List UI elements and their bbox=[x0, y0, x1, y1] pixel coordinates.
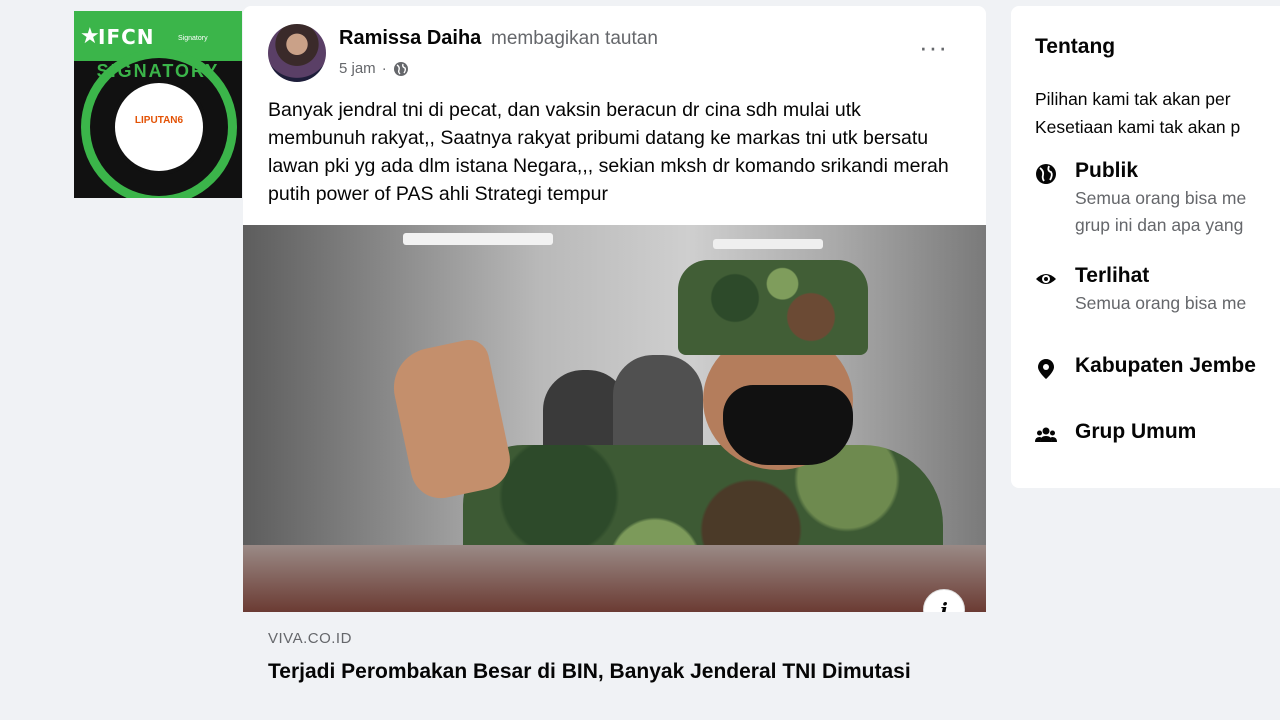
post-action: membagikan tautan bbox=[491, 28, 658, 49]
about-item-terlihat: Terlihat Semua orang bisa me bbox=[1035, 264, 1246, 317]
post-text: Banyak jendral tni di pecat, dan vaksin … bbox=[268, 99, 949, 205]
about-item-title: Kabupaten Jembe bbox=[1075, 354, 1256, 377]
badge-brand: IFCN bbox=[98, 25, 155, 49]
badge-inner-text: LIPUTAN6 bbox=[134, 115, 184, 126]
link-domain: VIVA.CO.ID bbox=[268, 630, 352, 647]
badge-sub: Signatory bbox=[178, 35, 208, 42]
about-item-publik: Publik Semua orang bisa me grup ini dan … bbox=[1035, 159, 1246, 239]
ifcn-signatory-badge: ★ IFCN Signatory SIGNATORY LIPUTAN6 bbox=[74, 11, 242, 198]
link-title[interactable]: Terjadi Perombakan Besar di BIN, Banyak … bbox=[268, 658, 928, 686]
about-item-title: Terlihat bbox=[1075, 264, 1150, 287]
post-author[interactable]: Ramissa Daiha bbox=[339, 27, 481, 50]
post-time[interactable]: 5 jam bbox=[339, 60, 376, 77]
post-meta: 5 jam · bbox=[339, 60, 409, 77]
more-options-button[interactable]: ··· bbox=[919, 32, 948, 63]
group-icon bbox=[1035, 427, 1057, 442]
globe-icon bbox=[393, 61, 408, 76]
about-description: Pilihan kami tak akan per Kesetiaan kami… bbox=[1035, 89, 1241, 137]
meta-separator: · bbox=[381, 60, 387, 77]
link-preview-image[interactable] bbox=[243, 225, 986, 612]
about-title: Tentang bbox=[1035, 35, 1116, 58]
location-pin-icon bbox=[1038, 359, 1054, 379]
about-panel: Tentang Pilihan kami tak akan per Keseti… bbox=[1011, 6, 1280, 488]
about-item-location: Kabupaten Jembe bbox=[1035, 354, 1256, 380]
avatar[interactable] bbox=[268, 24, 326, 82]
about-item-grup-umum: Grup Umum bbox=[1035, 420, 1196, 446]
star-icon: ★ bbox=[80, 23, 100, 48]
about-item-title: Grup Umum bbox=[1075, 420, 1197, 443]
post-card: Ramissa Daiha membagikan tautan 5 jam · … bbox=[243, 6, 986, 720]
about-item-title: Publik bbox=[1075, 159, 1139, 182]
globe-icon bbox=[1036, 164, 1056, 184]
eye-icon bbox=[1036, 274, 1056, 284]
